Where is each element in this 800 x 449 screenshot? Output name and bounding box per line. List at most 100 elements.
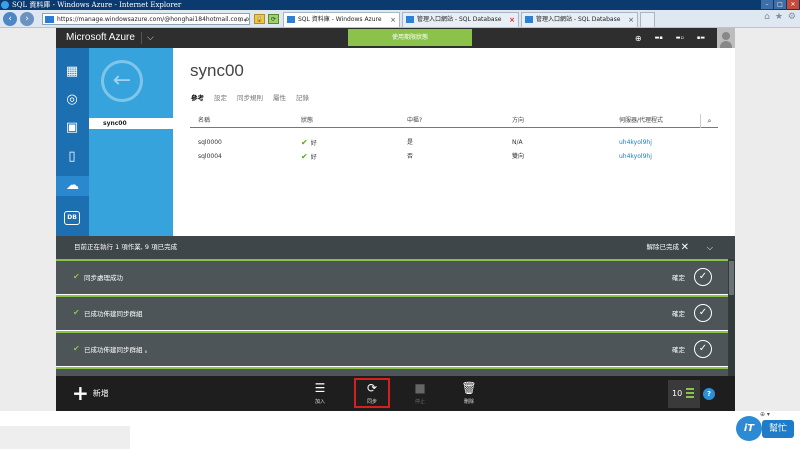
ie-logo-icon: [1, 1, 9, 9]
cell-hub: 否: [407, 153, 414, 160]
check-icon: ✔: [73, 344, 80, 353]
watermark-text: 幫忙: [762, 420, 794, 438]
close-window-button[interactable]: ✕: [787, 0, 799, 9]
stop-button[interactable]: ■ 停止: [407, 381, 433, 405]
cell-name: sql0000: [198, 139, 222, 146]
table-row[interactable]: sql0000 ✔ 好 是 N/A uh4kyol9hj: [190, 136, 718, 150]
cell-hub: 是: [407, 139, 414, 146]
windows-flag-icon: [287, 16, 295, 23]
globe-icon[interactable]: ⊕: [635, 34, 642, 43]
trial-status-button[interactable]: 使用期限狀態: [348, 29, 472, 46]
back-arrow-icon[interactable]: ←: [101, 60, 143, 102]
back-button[interactable]: ‹: [3, 12, 17, 26]
cell-status: ✔ 好: [301, 138, 317, 147]
tab-close-icon[interactable]: ×: [390, 13, 396, 27]
stop-icon: ■: [414, 381, 426, 395]
address-search-icon[interactable]: ⌕ ▾: [239, 15, 247, 24]
avatar[interactable]: [717, 28, 735, 48]
windows-flag-icon: [45, 16, 54, 23]
page-tabs: 參考 設定 同步規則 屬性 記錄: [191, 92, 309, 102]
column-header-server[interactable]: 伺服器/代理程式: [619, 114, 663, 128]
tab-management-portal-1[interactable]: 管理入口網站 - SQL Database ×: [402, 12, 519, 27]
window-title: SQL 資料庫 - Windows Azure - Internet Explo…: [12, 1, 182, 9]
column-header-hub[interactable]: 中樞?: [407, 114, 422, 128]
column-header-status[interactable]: 狀態: [301, 114, 313, 128]
add-button[interactable]: ☰ 加入: [307, 381, 333, 405]
mobile-services-icon[interactable]: ▯: [62, 147, 82, 167]
address-bar[interactable]: https://manage.windowsazure.com/@honghai…: [42, 13, 250, 25]
tab-sync-rules[interactable]: 同步規則: [237, 92, 263, 102]
maximize-button[interactable]: □: [774, 0, 786, 9]
notifications-button[interactable]: 10: [668, 380, 700, 408]
chevron-down-icon[interactable]: ⌵: [147, 28, 154, 48]
sql-database-icon: [525, 16, 533, 23]
search-icon[interactable]: ⌕: [700, 114, 718, 128]
resource-item-selected[interactable]: sync00: [89, 118, 173, 129]
ok-check-button[interactable]: ✓: [694, 268, 712, 286]
cloud-services-icon[interactable]: ☁: [56, 176, 89, 196]
ithelp-watermark: iT 幫忙: [736, 414, 796, 444]
ok-check-button[interactable]: ✓: [694, 304, 712, 322]
header-right-icons: ⊕ ▬▪ ▬▫ ▪▬: [635, 28, 705, 48]
help-button[interactable]: ?: [703, 388, 715, 400]
forward-button[interactable]: ›: [20, 12, 34, 26]
trash-icon: 🗑: [461, 381, 477, 395]
table-row[interactable]: sql0004 ✔ 好 否 雙向 uh4kyol9hj: [190, 150, 718, 164]
all-items-grid-icon[interactable]: ▦: [62, 62, 82, 82]
sql-database-icon: [406, 16, 414, 23]
tab-reference[interactable]: 參考: [191, 92, 204, 102]
server-link[interactable]: uh4kyol9hj: [619, 150, 652, 164]
credit-icon[interactable]: ▬▫: [676, 35, 684, 41]
account-icon[interactable]: ▪▬: [697, 35, 705, 41]
favorites-star-icon[interactable]: ★: [775, 12, 783, 22]
list-icon: [686, 388, 694, 400]
check-icon: ✔: [73, 308, 80, 317]
ok-check-button[interactable]: ✓: [694, 340, 712, 358]
tab-management-portal-2[interactable]: 管理入口網站 - SQL Database ×: [521, 12, 638, 27]
settings-gear-icon[interactable]: ⚙: [788, 12, 796, 22]
notification-item: ✔ 同步處理成功 確定 ✓: [56, 259, 728, 294]
close-icon[interactable]: ✕: [681, 236, 689, 259]
delete-button[interactable]: 🗑 刪除: [456, 381, 482, 405]
new-tab-button[interactable]: [640, 12, 655, 27]
tab-sql-database-azure[interactable]: SQL 資料庫 - Windows Azure ×: [283, 12, 400, 27]
home-icon[interactable]: ⌂: [764, 12, 770, 22]
tab-configure[interactable]: 設定: [214, 92, 227, 102]
notification-item: ✔ 已成功佈建同步群組 。 確定 ✓: [56, 331, 728, 366]
page-title: sync00: [190, 61, 244, 80]
plus-icon: +: [72, 381, 89, 405]
column-header-direction[interactable]: 方向: [512, 114, 524, 128]
notification-text: 同步處理成功: [84, 274, 123, 282]
service-nav: ▦ ◎ ▣ ▯ ☁ DB: [56, 48, 89, 236]
address-url: https://manage.windowsazure.com/@honghai…: [57, 16, 249, 23]
tab-logs[interactable]: 記錄: [296, 92, 309, 102]
page-margin-left: [0, 28, 56, 411]
tab-close-icon[interactable]: ×: [628, 13, 634, 27]
cell-direction: N/A: [512, 139, 523, 146]
notification-count: 10: [672, 389, 683, 398]
refresh-icon[interactable]: ⟳: [268, 14, 279, 24]
sync-button[interactable]: ⟳ 同步: [359, 381, 385, 405]
table-header-row: 名稱 狀態 中樞? 方向 伺服器/代理程式 ⌕: [190, 114, 718, 128]
column-header-name[interactable]: 名稱: [198, 114, 210, 128]
sql-database-icon[interactable]: DB: [62, 206, 82, 226]
azure-brand[interactable]: Microsoft Azure: [66, 28, 135, 48]
page-margin-right: [735, 28, 800, 411]
tab-properties[interactable]: 屬性: [273, 92, 286, 102]
dismiss-completed-button[interactable]: 解除已完成: [647, 236, 680, 259]
virtual-machine-icon[interactable]: ▣: [62, 118, 82, 138]
new-button[interactable]: + 新增: [72, 383, 109, 403]
server-link[interactable]: uh4kyol9hj: [619, 136, 652, 150]
notification-text: 已成功佈建同步群組 。: [84, 346, 152, 354]
subscriptions-icon[interactable]: ▬▪: [655, 35, 663, 41]
browser-right-icons: ⌂ ★ ⚙: [764, 12, 796, 22]
add-list-icon: ☰: [314, 381, 326, 395]
minimize-button[interactable]: –: [761, 0, 773, 9]
tab-close-icon[interactable]: ×: [509, 13, 515, 27]
notification-item: ✔ 已成功佈建同步群組 確定 ✓: [56, 295, 728, 330]
scrollbar-thumb[interactable]: [729, 261, 734, 295]
chevron-down-icon[interactable]: ⌵: [707, 236, 713, 259]
lock-icon[interactable]: 🔒: [254, 14, 265, 24]
notifications-scrollbar[interactable]: [728, 259, 735, 376]
network-globe-icon[interactable]: ◎: [62, 90, 82, 110]
